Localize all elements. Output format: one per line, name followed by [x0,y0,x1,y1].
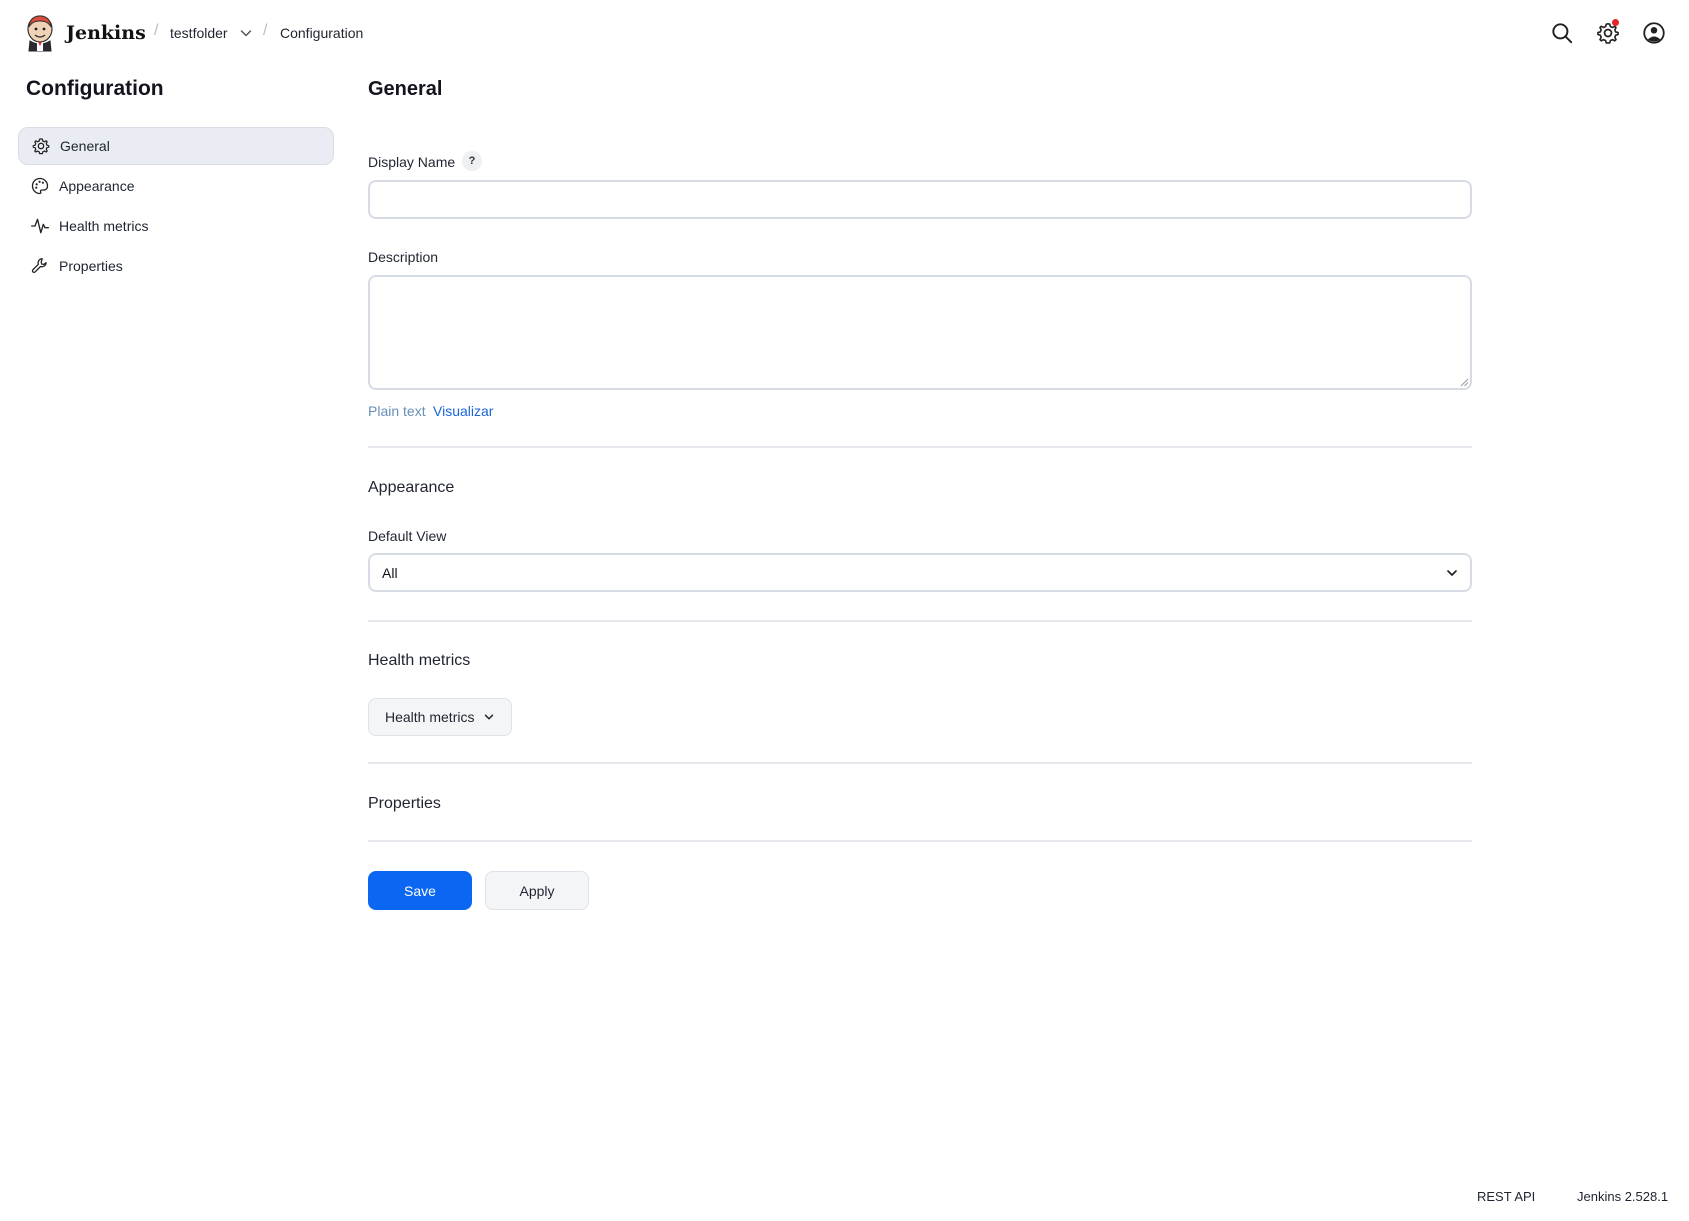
default-view-select[interactable]: All [368,553,1472,592]
sidebar-item-label: Health metrics [59,218,149,234]
sidebar-item-label: General [60,138,110,154]
palette-icon [30,176,50,196]
breadcrumb-configuration[interactable]: Configuration [280,25,363,41]
plain-text-hint: Plain text [368,403,426,419]
wrench-icon [30,256,50,276]
section-divider [368,620,1472,622]
rest-api-link[interactable]: REST API [1477,1189,1535,1204]
breadcrumb-separator: / [263,22,268,39]
sidebar-item-health-metrics[interactable]: Health metrics [18,207,334,245]
sidebar-item-appearance[interactable]: Appearance [18,167,334,205]
description-textarea[interactable] [368,275,1472,390]
page: Jenkins / testfolder / Configuration Con… [0,0,1689,1221]
sidebar-item-label: Appearance [59,178,135,194]
section-divider [368,840,1472,842]
jenkins-logo-icon [27,15,53,52]
breadcrumb-separator: / [154,22,159,39]
breadcrumb-testfolder[interactable]: testfolder [170,25,228,41]
description-label: Description [368,249,439,265]
resize-grip-icon[interactable] [1460,378,1469,387]
preview-link[interactable]: Visualizar [433,403,493,419]
display-name-input[interactable] [368,180,1472,219]
properties-heading: Properties [368,795,441,812]
chevron-down-icon [485,714,494,720]
sidebar-title: Configuration [26,77,164,100]
sidebar-item-label: Properties [59,258,123,274]
jenkins-home-link[interactable]: Jenkins [24,13,146,53]
chevron-down-icon[interactable] [238,25,254,41]
health-metrics-heading: Health metrics [368,652,471,669]
gear-icon [31,136,51,156]
brand-name: Jenkins [66,22,146,44]
save-button[interactable]: Save [368,871,472,910]
page-title: General [368,78,443,100]
health-metrics-dropdown-button[interactable]: Health metrics [368,698,512,736]
user-icon[interactable] [1641,20,1667,46]
sidebar-item-general[interactable]: General [18,127,334,165]
pulse-icon [30,216,50,236]
section-divider [368,762,1472,764]
default-view-label: Default View [368,528,447,544]
section-divider [368,446,1472,448]
display-name-label: Display Name [368,154,456,170]
sidebar-item-properties[interactable]: Properties [18,247,334,285]
chevron-down-icon [1447,570,1457,576]
appearance-heading: Appearance [368,479,455,496]
help-icon[interactable]: ? [462,151,482,171]
default-view-value: All [382,564,398,581]
top-header: Jenkins / testfolder / Configuration [0,0,1689,68]
search-icon[interactable] [1549,20,1575,46]
notification-dot [1612,19,1619,26]
apply-button[interactable]: Apply [485,871,589,910]
health-metrics-button-label: Health metrics [385,709,475,725]
sidebar-nav: General Appearance Health metrics Proper… [18,127,334,287]
jenkins-version-link[interactable]: Jenkins 2.528.1 [1577,1189,1668,1204]
